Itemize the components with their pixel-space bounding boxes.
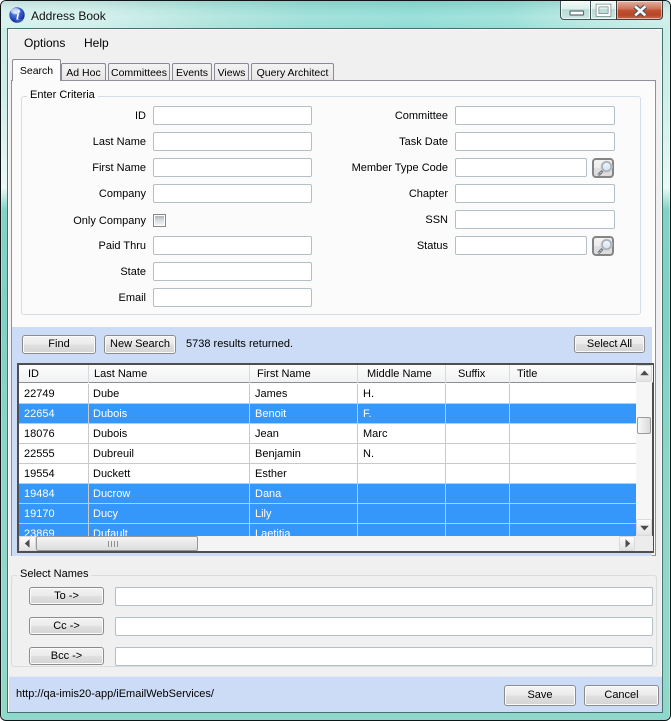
svg-text:i: i — [16, 9, 20, 23]
